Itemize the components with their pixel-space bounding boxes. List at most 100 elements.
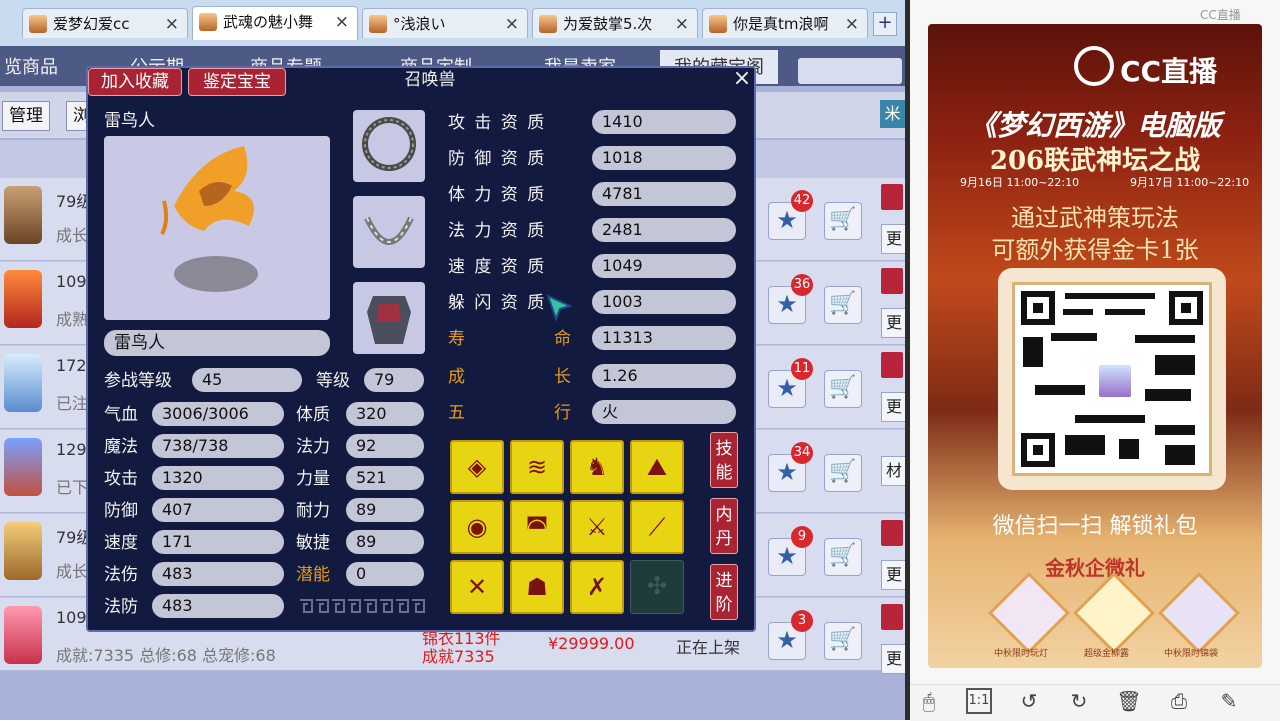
stat-label: 潜能 [296, 565, 330, 585]
stat-value: 171 [152, 530, 284, 554]
cart-icon[interactable]: 🛒 [824, 202, 862, 240]
row-level: 109 [56, 272, 87, 291]
stat-label: 魔法 [104, 437, 138, 457]
special-label-left: 五 [448, 403, 465, 423]
stat-value: 45 [192, 368, 302, 392]
cart-icon[interactable]: 🛒 [824, 454, 862, 492]
add-favorite-button[interactable]: 加入收藏 [88, 68, 182, 96]
appraise-pet-button[interactable]: 鉴定宝宝 [188, 68, 286, 96]
row-more-button[interactable]: 材 [881, 456, 907, 486]
rotate-right-icon[interactable]: ↻ [1066, 688, 1092, 714]
browser-tab[interactable]: 爱梦幻爱cc × [22, 8, 188, 38]
row-more-button[interactable]: 更 [881, 644, 907, 674]
claw-icon[interactable]: ≋ [510, 440, 564, 494]
tab-advance[interactable]: 进阶 [710, 564, 738, 620]
qr-module [1155, 425, 1195, 435]
stat-label: 攻击 [104, 469, 138, 489]
rotate-left-icon[interactable]: ↺ [1016, 688, 1042, 714]
crossed-swords-icon[interactable]: ✕ [450, 560, 504, 614]
slash-icon[interactable]: ⟋ [630, 500, 684, 554]
tab-close-icon[interactable]: × [845, 9, 859, 39]
browser-tab[interactable]: °浅浪い × [362, 8, 528, 38]
element-value: 火 [592, 400, 736, 424]
print-icon[interactable]: ⎙ [1166, 688, 1192, 714]
figure-icon[interactable]: ♞ [570, 440, 624, 494]
qr-module [1105, 309, 1145, 315]
owl-icon[interactable]: ☗ [510, 560, 564, 614]
row-subtext: 已下 [56, 478, 89, 497]
manage-button[interactable]: 管理 [2, 101, 50, 131]
favorite-count-badge: 3 [791, 610, 813, 632]
actual-size-icon[interactable]: 1:1 [966, 688, 992, 714]
close-icon[interactable]: × [731, 68, 753, 90]
cart-icon[interactable]: 🛒 [824, 370, 862, 408]
browser-tab[interactable]: 为爱鼓掌5.次 × [532, 8, 698, 38]
row-red-tag [881, 520, 903, 546]
tab-title: 你是真tm浪啊 [733, 15, 829, 33]
equip-slot-necklace-icon[interactable] [353, 110, 425, 182]
equip-slot-armor-icon[interactable] [353, 282, 425, 354]
tab-close-icon[interactable]: × [335, 7, 349, 37]
tab-close-icon[interactable]: × [165, 9, 179, 39]
qr-module [1065, 293, 1155, 299]
row-subtext: 已注 [56, 394, 89, 413]
stat-value: 79 [364, 368, 424, 392]
shield-icon[interactable]: ◈ [450, 440, 504, 494]
tab-inner-core[interactable]: 内丹 [710, 498, 738, 554]
scan-prompt: 微信扫一扫 解锁礼包 [992, 514, 1198, 539]
menu-item[interactable]: 览商品 [4, 50, 58, 84]
row-level: 129 [56, 440, 87, 459]
equip-slot-collar-icon[interactable] [353, 196, 425, 268]
cart-icon[interactable]: 🛒 [824, 622, 862, 660]
tab-close-icon[interactable]: × [505, 9, 519, 39]
qr-module [1075, 415, 1145, 423]
stat-label: 参战等级 [104, 371, 172, 391]
row-more-button[interactable]: 更 [881, 224, 907, 254]
browser-tab-active[interactable]: 武魂の魅小舞 × [192, 6, 358, 40]
row-more-button[interactable]: 更 [881, 560, 907, 590]
tab-skills[interactable]: 技能 [710, 432, 738, 488]
edit-icon[interactable]: ✎ [1216, 688, 1242, 714]
row-red-line: 成就7335 [422, 647, 495, 666]
mountain-icon[interactable]: ⛰ [630, 440, 684, 494]
ad-promo-line2: 可额外获得金卡1张 [991, 236, 1199, 264]
stat-value: 320 [346, 402, 424, 426]
ad-title-line1: 《梦幻西游》电脑版 [968, 109, 1221, 142]
crossed-blades-icon[interactable]: ✗ [570, 560, 624, 614]
lifespan-value: 11313 [592, 326, 736, 350]
side-blue-button[interactable]: 米 [880, 100, 905, 128]
row-level: 172 [56, 356, 87, 375]
qr-finder [1021, 433, 1055, 467]
qr-module [1155, 355, 1195, 375]
stat-value: 89 [346, 530, 424, 554]
sword-icon[interactable]: ⚔ [570, 500, 624, 554]
gift-label: 超级金柳露 [1084, 649, 1130, 659]
growth-value: 1.26 [592, 364, 736, 388]
tab-title: 爱梦幻爱cc [53, 15, 130, 33]
stat-value: 483 [152, 594, 284, 618]
pet-sprite-icon [160, 146, 258, 292]
eye-icon[interactable]: ◉ [450, 500, 504, 554]
row-red-line: 锦衣113件 [422, 629, 501, 648]
stat-label: 法力 [296, 437, 330, 457]
row-price: ¥29999.00 [548, 634, 635, 653]
tab-favicon-icon [199, 13, 217, 31]
tab-title: 武魂の魅小舞 [223, 13, 314, 31]
aptitude-value: 1003 [592, 290, 736, 314]
search-input[interactable] [798, 58, 902, 84]
stat-label: 体质 [296, 405, 330, 425]
row-more-button[interactable]: 更 [881, 392, 907, 422]
delete-icon[interactable]: 🗑 [1116, 688, 1142, 714]
ad-date-2: 9月17日 11:00~22:10 [1130, 176, 1250, 189]
cart-icon[interactable]: 🛒 [824, 286, 862, 324]
row-more-button[interactable]: 更 [881, 308, 907, 338]
pet-name-field: 雷鸟人 [104, 330, 330, 356]
cart-icon[interactable]: 🛒 [824, 538, 862, 576]
qr-code [1012, 282, 1212, 476]
browser-tab[interactable]: 你是真tm浪啊 × [702, 8, 868, 38]
stat-label: 等级 [316, 371, 350, 391]
new-tab-button[interactable]: + [873, 12, 897, 36]
mouse-icon[interactable]: 🖱 [916, 688, 942, 714]
tab-close-icon[interactable]: × [675, 9, 689, 39]
mouth-icon[interactable]: ◚ [510, 500, 564, 554]
